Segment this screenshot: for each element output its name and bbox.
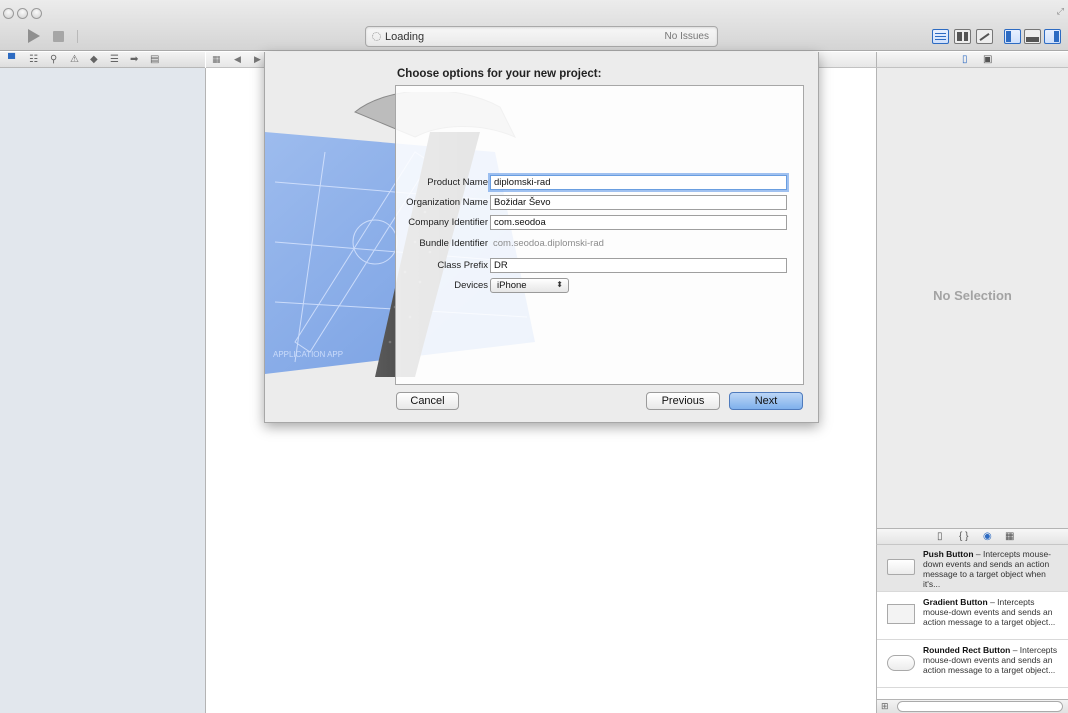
run-button[interactable] <box>28 29 40 43</box>
product-name-row: Product Name diplomski-rad <box>396 175 805 191</box>
toggle-debug-area-button[interactable] <box>1024 29 1041 44</box>
test-navigator-icon[interactable]: ◆ <box>90 54 98 65</box>
organization-name-label: Organization Name <box>406 197 488 208</box>
toggle-navigator-button[interactable] <box>1004 29 1021 44</box>
organization-name-field[interactable]: Božidar Ševo <box>490 195 787 210</box>
library-item-name: Gradient Button <box>923 597 988 607</box>
library-item-gradient-button[interactable]: Gradient Button – Intercepts mouse-down … <box>877 593 1068 640</box>
bundle-identifier-value: com.seodoa.diplomski-rad <box>493 238 604 249</box>
company-identifier-label: Company Identifier <box>408 217 488 228</box>
bundle-identifier-row: Bundle Identifier com.seodoa.diplomski-r… <box>396 236 805 252</box>
loading-spinner-icon <box>372 32 381 41</box>
devices-row: Devices iPhone ⬍ <box>396 278 805 294</box>
library-item-push-button[interactable]: Push Button – Intercepts mouse-down even… <box>877 545 1068 592</box>
library-filter-bar: ⊞ <box>876 699 1068 713</box>
inspector-pane: No Selection <box>876 68 1068 528</box>
product-name-field[interactable]: diplomski-rad <box>490 175 787 190</box>
assistant-editor-button[interactable] <box>954 29 971 44</box>
organization-name-row: Organization Name Božidar Ševo <box>396 195 805 211</box>
library-item-name: Push Button <box>923 549 974 559</box>
grid-view-icon[interactable]: ⊞ <box>881 701 889 712</box>
library-filter-field[interactable] <box>897 701 1063 712</box>
project-navigator-icon[interactable]: ▀ <box>8 54 15 65</box>
product-name-label: Product Name <box>427 177 488 188</box>
issue-navigator-icon[interactable]: ⚠ <box>70 54 79 65</box>
related-items-icon[interactable]: ▦ <box>212 54 221 65</box>
options-panel: Product Name diplomski-rad Organization … <box>395 85 804 385</box>
object-library: Push Button – Intercepts mouse-down even… <box>876 545 1068 699</box>
navigator-sidebar <box>0 68 206 713</box>
gradient-button-thumbnail-icon <box>887 604 915 624</box>
library-item-text: Push Button – Intercepts mouse-down even… <box>923 549 1065 589</box>
zoom-window-button[interactable] <box>31 8 42 19</box>
issues-status[interactable]: No Issues <box>665 31 709 42</box>
object-library-icon[interactable]: ◉ <box>983 531 992 542</box>
updown-arrows-icon: ⬍ <box>556 280 563 289</box>
window-toolbar: ⤢ Loading No Issues <box>0 0 1068 51</box>
standard-editor-button[interactable] <box>932 29 949 44</box>
library-item-name: Rounded Rect Button <box>923 645 1011 655</box>
library-item-text: Rounded Rect Button – Intercepts mouse-d… <box>923 645 1065 675</box>
bundle-identifier-label: Bundle Identifier <box>419 238 488 249</box>
log-navigator-icon[interactable]: ▤ <box>150 54 159 65</box>
minimize-window-button[interactable] <box>17 8 28 19</box>
close-window-button[interactable] <box>3 8 14 19</box>
rounded-rect-button-thumbnail-icon <box>887 655 915 671</box>
no-selection-label: No Selection <box>933 288 1012 303</box>
fullscreen-icon[interactable]: ⤢ <box>1057 6 1064 17</box>
breakpoint-navigator-icon[interactable]: ➡ <box>130 54 138 65</box>
back-arrow-icon[interactable]: ◀ <box>234 54 241 65</box>
library-item-text: Gradient Button – Intercepts mouse-down … <box>923 597 1065 627</box>
symbol-navigator-icon[interactable]: ☷ <box>29 54 38 65</box>
file-inspector-icon[interactable]: ▯ <box>962 54 968 65</box>
debug-navigator-icon[interactable]: ☰ <box>110 54 119 65</box>
devices-label: Devices <box>454 280 488 291</box>
library-selector-bar: ▯ { } ◉ ▦ <box>876 528 1068 545</box>
devices-select-value: iPhone <box>497 280 527 291</box>
navigator-selector-bar: ▀ ☷ ⚲ ⚠ ◆ ☰ ➡ ▤ <box>0 52 205 68</box>
inspector-selector-bar: ▯ ▣ <box>876 52 1068 68</box>
activity-status: Loading <box>385 31 425 43</box>
activity-viewer: Loading No Issues <box>365 26 718 47</box>
previous-button[interactable]: Previous <box>646 392 720 410</box>
code-snippet-library-icon[interactable]: { } <box>959 531 968 542</box>
library-item-rounded-rect-button[interactable]: Rounded Rect Button – Intercepts mouse-d… <box>877 641 1068 688</box>
next-button[interactable]: Next <box>729 392 803 410</box>
version-editor-button[interactable] <box>976 29 993 44</box>
class-prefix-field[interactable]: DR <box>490 258 787 273</box>
media-library-icon[interactable]: ▦ <box>1005 531 1014 542</box>
svg-text:APPLICATION APP: APPLICATION APP <box>273 350 343 359</box>
company-identifier-field[interactable]: com.seodoa <box>490 215 787 230</box>
devices-select[interactable]: iPhone ⬍ <box>490 278 569 293</box>
class-prefix-label: Class Prefix <box>437 260 488 271</box>
cancel-button[interactable]: Cancel <box>396 392 459 410</box>
new-project-sheet: APPLICATION APP Choose options for your … <box>264 52 819 423</box>
company-identifier-row: Company Identifier com.seodoa <box>396 215 805 231</box>
file-template-library-icon[interactable]: ▯ <box>937 531 943 542</box>
forward-arrow-icon[interactable]: ▶ <box>254 54 261 65</box>
toolbar-divider <box>77 30 78 43</box>
search-navigator-icon[interactable]: ⚲ <box>50 54 57 65</box>
toggle-utilities-button[interactable] <box>1044 29 1061 44</box>
push-button-thumbnail-icon <box>887 559 915 575</box>
stop-button[interactable] <box>53 31 64 42</box>
quick-help-icon[interactable]: ▣ <box>983 54 992 65</box>
class-prefix-row: Class Prefix DR <box>396 258 805 274</box>
dialog-title: Choose options for your new project: <box>397 68 602 80</box>
